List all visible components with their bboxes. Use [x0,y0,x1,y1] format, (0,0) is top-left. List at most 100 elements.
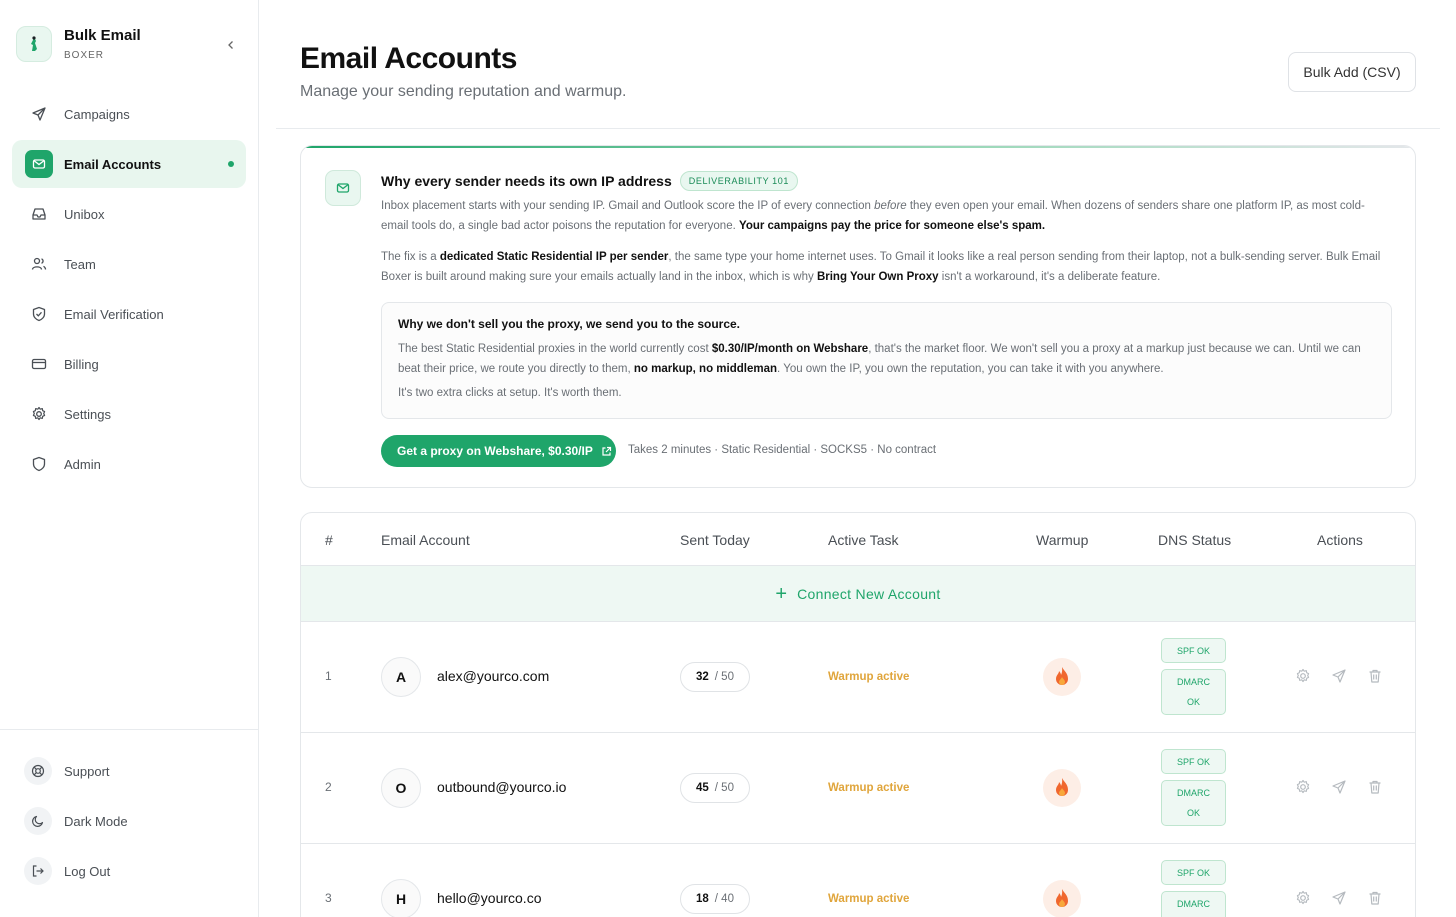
sent-limit: / 50 [714,671,734,683]
warmup-fire-icon[interactable] [1043,880,1081,917]
dmarc-status-badge: DMARCOK [1161,669,1226,715]
sidebar-item-billing[interactable]: Billing [12,340,246,388]
sidebar-item-label: Email Accounts [64,156,162,172]
dark-mode-toggle[interactable]: Dark Mode [0,796,258,846]
email-address: hello@yourco.co [437,890,542,906]
gear-icon[interactable] [1294,889,1312,907]
warmup-fire-icon[interactable] [1043,769,1081,807]
sidebar-item-label: Campaigns [64,106,130,122]
email-accounts-table: # Email Account Sent Today Active Task W… [300,512,1416,917]
info-paragraph-1: Inbox placement starts with your sending… [381,200,1365,232]
users-icon [30,255,48,273]
table-row[interactable]: 3 H hello@yourco.co 18 / 40 Warmup active… [301,844,1415,917]
sidebar-item-label: Email Verification [64,306,164,322]
support-label: Support [64,763,110,779]
sidebar-item-label: Settings [64,406,111,422]
avatar: A [381,657,421,697]
external-link-icon [601,446,612,457]
avatar: O [381,768,421,808]
send-icon [30,105,48,123]
column-header-active-task: Active Task [828,532,899,548]
column-header-dns-status: DNS Status [1158,532,1232,548]
gear-icon [30,405,48,423]
gear-icon[interactable] [1294,667,1312,685]
proxy-setup-note: Takes 2 minutes · Static Residential · S… [628,444,937,456]
active-task-status: Warmup active [828,782,910,794]
dmarc-status-badge: DMARCOK [1161,891,1226,917]
send-icon[interactable] [1330,889,1348,907]
log-out-button[interactable]: Log Out [0,846,258,896]
moon-icon [24,807,52,835]
info-paragraph-2: The fix is a dedicated Static Residentia… [381,251,1381,283]
table-row[interactable]: 2 O outbound@yourco.io 45 / 50 Warmup act… [301,733,1415,844]
sent-limit: / 40 [714,893,734,905]
warmup-fire-icon[interactable] [1043,658,1081,696]
sidebar-nav: Campaigns Email Accounts Unibox Team Ema… [12,90,246,490]
sidebar-item-unibox[interactable]: Unibox [12,190,246,238]
sidebar-footer: Support Dark Mode Log Out [0,729,258,896]
column-header-actions: Actions [1317,532,1363,548]
send-icon[interactable] [1330,778,1348,796]
brand-name: Bulk Email [64,27,141,44]
get-proxy-webshare-button[interactable]: Get a proxy on Webshare, $0.30/IP [381,435,616,467]
sent-today-pill: 18 / 40 [680,884,750,914]
sidebar-item-team[interactable]: Team [12,240,246,288]
sent-limit: / 50 [714,782,734,794]
active-indicator-dot [228,161,234,167]
column-header-index: # [325,532,333,548]
trash-icon[interactable] [1366,778,1384,796]
sidebar-item-label: Billing [64,356,99,372]
get-proxy-label: Get a proxy on Webshare, $0.30/IP [397,444,593,458]
credit-card-icon [30,355,48,373]
sidebar-item-admin[interactable]: Admin [12,440,246,488]
column-header-email-account: Email Account [381,532,470,548]
shield-check-icon [30,305,48,323]
log-out-label: Log Out [64,863,111,879]
sent-count: 45 [696,782,709,794]
sidebar-item-email-accounts[interactable]: Email Accounts [12,140,246,188]
spf-status-badge: SPF OK [1161,638,1226,663]
log-out-icon [24,857,52,885]
dmarc-status-badge: DMARCOK [1161,780,1226,826]
sidebar-item-label: Team [64,256,96,272]
header-divider [276,128,1440,129]
spf-status-badge: SPF OK [1161,749,1226,774]
proxy-explainer-title: Why we don't sell you the proxy, we send… [398,317,741,331]
email-address: alex@yourco.com [437,668,550,684]
gear-icon[interactable] [1294,778,1312,796]
chevron-left-icon [228,41,233,49]
collapse-sidebar-button[interactable] [222,36,240,54]
active-task-status: Warmup active [828,671,910,683]
sidebar-item-campaigns[interactable]: Campaigns [12,90,246,138]
info-title-row: Why every sender needs its own IP addres… [381,171,798,191]
inbox-icon [30,205,48,223]
table-row[interactable]: 1 A alex@yourco.com 32 / 50 Warmup active… [301,622,1415,733]
row-index: 3 [325,891,332,905]
send-icon[interactable] [1330,667,1348,685]
trash-icon[interactable] [1366,889,1384,907]
avatar: H [381,879,421,917]
sidebar: Bulk Email BOXER Campaigns Email Account… [0,0,259,917]
connect-new-account-label: Connect New Account [797,585,941,602]
spf-status-badge: SPF OK [1161,860,1226,885]
page-subtitle: Manage your sending reputation and warmu… [300,83,627,100]
support-button[interactable]: Support [0,746,258,796]
email-address: outbound@yourco.io [437,779,567,795]
deliverability-badge: DELIVERABILITY 101 [679,171,798,191]
bulk-add-csv-button[interactable]: Bulk Add (CSV) [1288,52,1416,92]
page-title: Email Accounts [300,42,517,75]
brand[interactable]: Bulk Email BOXER [16,26,141,62]
sent-today-pill: 45 / 50 [680,773,750,803]
row-index: 1 [325,669,332,683]
card-accent-line [301,146,1415,148]
sidebar-item-settings[interactable]: Settings [12,390,246,438]
row-index: 2 [325,780,332,794]
sent-count: 18 [696,893,709,905]
proxy-explainer-note: It's two extra clicks at setup. It's wor… [398,387,622,399]
sidebar-item-label: Unibox [64,206,105,222]
connect-new-account-button[interactable]: + Connect New Account [301,566,1415,622]
sidebar-item-email-verification[interactable]: Email Verification [12,290,246,338]
proxy-explainer-box: Why we don't sell you the proxy, we send… [381,302,1392,419]
boxer-logo-icon [16,26,52,62]
trash-icon[interactable] [1366,667,1384,685]
